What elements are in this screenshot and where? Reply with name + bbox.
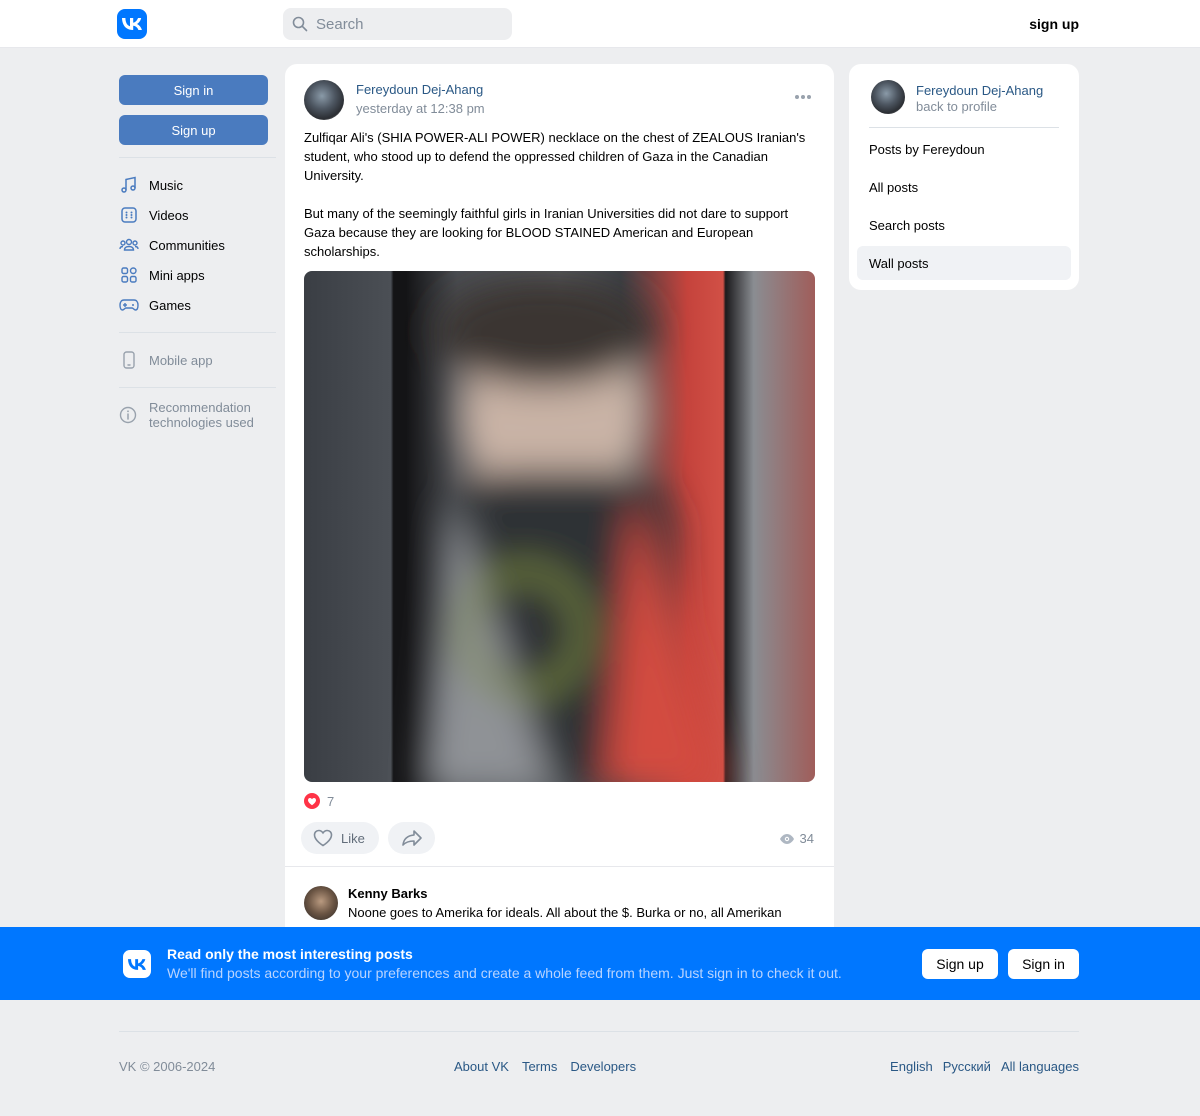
menu-item-posts-by-owner[interactable]: Posts by Fereydoun	[857, 132, 1071, 166]
footer-divider	[119, 1031, 1079, 1032]
sidebar-item-mini-apps[interactable]: Mini apps	[119, 260, 276, 290]
more-options-button[interactable]	[794, 94, 812, 100]
profile-avatar[interactable]	[871, 80, 905, 114]
sidebar-item-label: Games	[149, 297, 191, 313]
footer-languages: English Русский All languages	[890, 1059, 1079, 1074]
sidebar-divider	[119, 387, 276, 388]
language-all[interactable]: All languages	[1001, 1059, 1079, 1074]
search-icon	[292, 16, 308, 32]
banner-title: Read only the most interesting posts	[167, 946, 413, 962]
comment-author[interactable]: Kenny Barks	[348, 886, 427, 901]
search-input[interactable]	[316, 15, 496, 33]
share-icon	[401, 830, 422, 846]
comment-text: Noone goes to Amerika for ideals. All ab…	[348, 905, 782, 920]
heart-icon	[313, 829, 333, 847]
language-russian[interactable]: Русский	[943, 1059, 991, 1074]
back-to-profile-link[interactable]: back to profile	[916, 99, 997, 114]
wall-menu: Posts by Fereydoun All posts Search post…	[857, 132, 1071, 284]
videos-icon	[119, 205, 139, 225]
vk-logo-icon	[122, 18, 142, 30]
share-button[interactable]	[388, 822, 435, 854]
like-button[interactable]: Like	[301, 822, 379, 854]
menu-item-all-posts[interactable]: All posts	[857, 170, 1071, 204]
footer-link-terms[interactable]: Terms	[522, 1059, 557, 1074]
reactions-summary[interactable]: 7	[304, 793, 334, 809]
communities-icon	[119, 235, 139, 255]
mini-apps-icon	[119, 265, 139, 285]
post-author[interactable]: Fereydoun Dej-Ahang	[356, 82, 483, 97]
profile-name[interactable]: Fereydoun Dej-Ahang	[916, 83, 1043, 98]
sidebar-divider	[119, 332, 276, 333]
signup-button[interactable]: Sign up	[119, 115, 268, 145]
language-english[interactable]: English	[890, 1059, 933, 1074]
wall-post: Fereydoun Dej-Ahang yesterday at 12:38 p…	[285, 64, 834, 944]
top-header: sign up	[0, 0, 1200, 48]
footer-link-about[interactable]: About VK	[454, 1059, 509, 1074]
vk-logo	[123, 950, 151, 978]
footer-links: About VK Terms Developers	[454, 1059, 636, 1074]
signin-button[interactable]: Sign in	[119, 75, 268, 105]
views-count: 34	[799, 831, 814, 846]
signup-promo-banner: Read only the most interesting posts We'…	[0, 927, 1200, 1000]
phone-icon	[119, 350, 139, 370]
author-avatar[interactable]	[304, 80, 344, 120]
eye-icon	[779, 833, 794, 844]
post-photo[interactable]	[304, 271, 815, 782]
sidebar-item-mobile-app[interactable]: Mobile app	[119, 345, 276, 375]
info-icon	[119, 406, 139, 426]
like-label: Like	[341, 830, 365, 846]
sidebar-item-label: Mini apps	[149, 267, 205, 283]
sidebar-item-communities[interactable]: Communities	[119, 230, 276, 260]
heart-reaction-icon	[304, 793, 320, 809]
banner-signin-button[interactable]: Sign in	[1008, 949, 1079, 979]
blurred-photo-content	[424, 276, 722, 782]
profile-wall-menu: Fereydoun Dej-Ahang back to profile Post…	[849, 64, 1079, 290]
left-sidebar: Sign in Sign up Music Videos Communities…	[119, 75, 276, 430]
menu-item-search-posts[interactable]: Search posts	[857, 208, 1071, 242]
search-box[interactable]	[283, 8, 512, 40]
post-text: Zulfiqar Ali's (SHIA POWER-ALI POWER) ne…	[304, 130, 806, 259]
menu-divider	[869, 127, 1059, 128]
sidebar-item-label: Communities	[149, 237, 225, 253]
games-icon	[119, 295, 139, 315]
post-time[interactable]: yesterday at 12:38 pm	[356, 101, 485, 116]
footer-link-developers[interactable]: Developers	[570, 1059, 636, 1074]
sidebar-item-label: Videos	[149, 207, 189, 223]
sidebar-item-games[interactable]: Games	[119, 290, 276, 320]
sidebar-item-videos[interactable]: Videos	[119, 200, 276, 230]
sidebar-divider	[119, 157, 276, 158]
views-counter: 34	[779, 831, 814, 846]
sidebar-item-label: Music	[149, 177, 183, 193]
music-icon	[119, 175, 139, 195]
recommendation-technologies-link[interactable]: Recommendation technologies used	[119, 400, 276, 430]
banner-subtitle: We'll find posts according to your prefe…	[167, 965, 842, 981]
recommendation-label: Recommendation technologies used	[149, 400, 254, 430]
sidebar-item-music[interactable]: Music	[119, 170, 276, 200]
vk-logo[interactable]	[117, 9, 147, 39]
header-signup-link[interactable]: sign up	[1029, 16, 1079, 32]
more-icon	[795, 95, 811, 99]
footer-copyright: VK © 2006-2024	[119, 1059, 216, 1074]
menu-item-wall-posts[interactable]: Wall posts	[857, 246, 1071, 280]
sidebar-item-label: Mobile app	[149, 352, 213, 368]
banner-signup-button[interactable]: Sign up	[922, 949, 998, 979]
reactions-count: 7	[327, 793, 335, 809]
vk-logo-icon	[128, 958, 146, 970]
post-divider	[285, 866, 834, 867]
commenter-avatar[interactable]	[304, 886, 338, 920]
